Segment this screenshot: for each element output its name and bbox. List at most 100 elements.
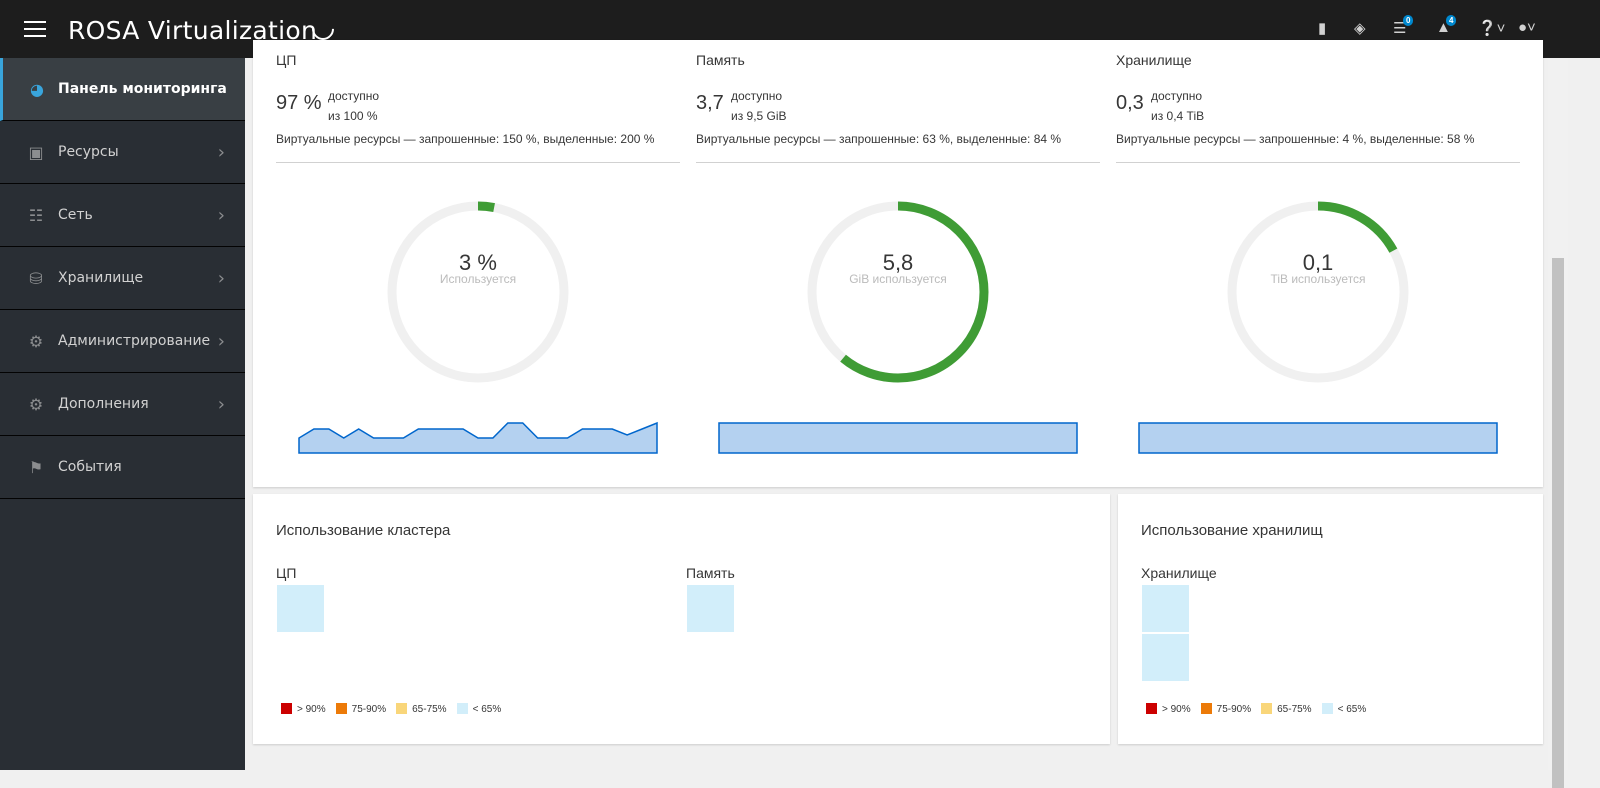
cluster-usage-title: Использование кластера <box>276 522 451 539</box>
chevron-right-icon: › <box>217 330 225 352</box>
donut-and-sparkline <box>298 201 658 454</box>
storage-heatmap-tile[interactable] <box>1142 634 1189 681</box>
heatmap-legend: > 90% 75-90% 65-75% < 65% <box>281 703 501 715</box>
legend-item: 65-75% <box>396 703 447 715</box>
bookmark-icon[interactable]: ▮ <box>1318 19 1326 37</box>
utilization-title: Память <box>696 52 745 68</box>
legend-swatch <box>1321 703 1333 714</box>
legend-label: 75-90% <box>351 704 387 715</box>
legend-swatch <box>1146 703 1157 714</box>
sidebar-item-label: Дополнения <box>58 396 149 412</box>
legend-label: > 90% <box>297 704 326 715</box>
network-icon: ☷ <box>28 205 44 225</box>
sidebar-item[interactable]: ⚑ События <box>0 436 245 499</box>
donut-and-sparkline <box>718 201 1078 454</box>
donut-and-sparkline <box>1138 201 1498 454</box>
scrollbar[interactable] <box>1548 58 1568 788</box>
available-label: доступно <box>328 89 380 103</box>
virtual-resources: Виртуальные ресурсы — запрошенные: 4 %, … <box>1116 132 1475 146</box>
divider <box>276 162 680 163</box>
divider <box>1116 162 1520 163</box>
legend-swatch <box>335 703 347 714</box>
available-total: из 0,4 TiB <box>1151 109 1205 123</box>
sidebar-item-label: События <box>58 459 122 475</box>
available-total: из 100 % <box>328 109 378 123</box>
legend-swatch <box>281 703 292 714</box>
help-icon[interactable]: ❔˅ <box>1478 19 1505 37</box>
hamburger-menu-icon[interactable] <box>24 21 46 37</box>
storage-heatmap-tile[interactable] <box>1142 585 1189 632</box>
tag-icon[interactable]: ◈ <box>1354 19 1366 37</box>
legend-label: < 65% <box>472 704 502 715</box>
sidebar-item-label: Хранилище <box>58 270 144 286</box>
sidebar-item[interactable]: ⛁ Хранилище › <box>0 247 245 310</box>
sidebar-item[interactable]: ▣ Ресурсы › <box>0 121 245 184</box>
virtual-resources: Виртуальные ресурсы — запрошенные: 150 %… <box>276 132 655 146</box>
chevron-right-icon: › <box>217 204 225 226</box>
chevron-right-icon: › <box>217 141 225 163</box>
sparkline-area <box>718 422 1078 454</box>
database-icon: ⛁ <box>29 268 43 288</box>
available-value: 3,7 <box>696 92 724 114</box>
available-details: доступно из 0,4 TiB <box>1151 86 1204 126</box>
legend-label: 65-75% <box>412 704 447 715</box>
sidebar-item-label: Панель мониторинга <box>58 81 227 97</box>
scrollbar-thumb[interactable] <box>1552 258 1564 788</box>
sidebar-item[interactable]: ◕ Панель мониторинга <box>0 58 245 121</box>
legend-item: 65-75% <box>1261 703 1312 715</box>
sparkline-area <box>298 421 658 454</box>
user-icon[interactable]: ●˅ <box>1518 19 1536 36</box>
cpu-heatmap-tile[interactable] <box>277 585 324 632</box>
divider <box>696 162 1100 163</box>
gear-icon: ⚙ <box>28 331 44 351</box>
sparkline-area <box>1138 422 1498 454</box>
heatmap-legend: > 90% 75-90% 65-75% < 65% <box>1146 703 1366 715</box>
messages-icon[interactable]: ☰ 0 <box>1393 15 1414 37</box>
gears-icon: ⚙ <box>28 394 44 414</box>
sidebar-item[interactable]: ⚙ Администрирование › <box>0 310 245 373</box>
legend-item: > 90% <box>281 703 326 715</box>
chevron-right-icon: › <box>217 393 225 415</box>
chip-icon: ▣ <box>28 142 44 162</box>
utilization-title: Хранилище <box>1116 52 1192 68</box>
legend-item: > 90% <box>1146 703 1191 715</box>
sidebar-item-label: Администрирование <box>58 333 211 349</box>
chevron-right-icon: › <box>217 267 225 289</box>
legend-item: < 65% <box>1321 703 1367 715</box>
legend-label: 75-90% <box>1216 704 1252 715</box>
sidebar-item[interactable]: ☷ Сеть › <box>0 184 245 247</box>
storage-usage-title: Использование хранилищ <box>1141 522 1323 539</box>
available-value: 0,3 <box>1116 92 1144 114</box>
storage-usage-card: Использование хранилищ Хранилище > 90% 75… <box>1118 494 1543 744</box>
cluster-memory-label: Память <box>686 565 735 581</box>
notifications-badge: 4 <box>1446 15 1457 26</box>
virtual-resources: Виртуальные ресурсы — запрошенные: 63 %,… <box>696 132 1062 146</box>
cluster-usage-card: Использование кластера ЦП Память > 90% 75… <box>253 494 1110 744</box>
donut-track <box>387 201 569 383</box>
available-details: доступно из 100 % <box>328 86 379 126</box>
sidebar-item-label: Ресурсы <box>58 144 119 160</box>
utilization-card: ЦП 97 % доступно из 100 % Виртуальные рес… <box>253 40 1543 487</box>
legend-label: 65-75% <box>1277 704 1312 715</box>
memory-heatmap-tile[interactable] <box>687 585 734 632</box>
legend-label: < 65% <box>1337 704 1367 715</box>
legend-item: 75-90% <box>335 703 387 715</box>
flag-icon: ⚑ <box>28 457 44 477</box>
legend-label: > 90% <box>1162 704 1191 715</box>
cluster-cpu-label: ЦП <box>276 565 297 581</box>
storage-label: Хранилище <box>1141 565 1217 581</box>
sidebar-item[interactable]: ⚙ Дополнения › <box>0 373 245 436</box>
legend-swatch <box>1200 703 1212 714</box>
bell-icon[interactable]: ▲ 4 <box>1436 15 1457 36</box>
dashboard-icon: ◕ <box>30 79 44 99</box>
available-value: 97 % <box>276 92 322 114</box>
available-label: доступно <box>731 89 783 103</box>
legend-swatch <box>396 703 408 714</box>
messages-badge: 0 <box>1403 15 1414 26</box>
utilization-title: ЦП <box>276 52 297 68</box>
legend-item: < 65% <box>456 703 502 715</box>
sidebar-item-label: Сеть <box>58 207 93 223</box>
available-total: из 9,5 GiB <box>731 109 787 123</box>
legend-swatch <box>456 703 468 714</box>
legend-item: 75-90% <box>1200 703 1252 715</box>
